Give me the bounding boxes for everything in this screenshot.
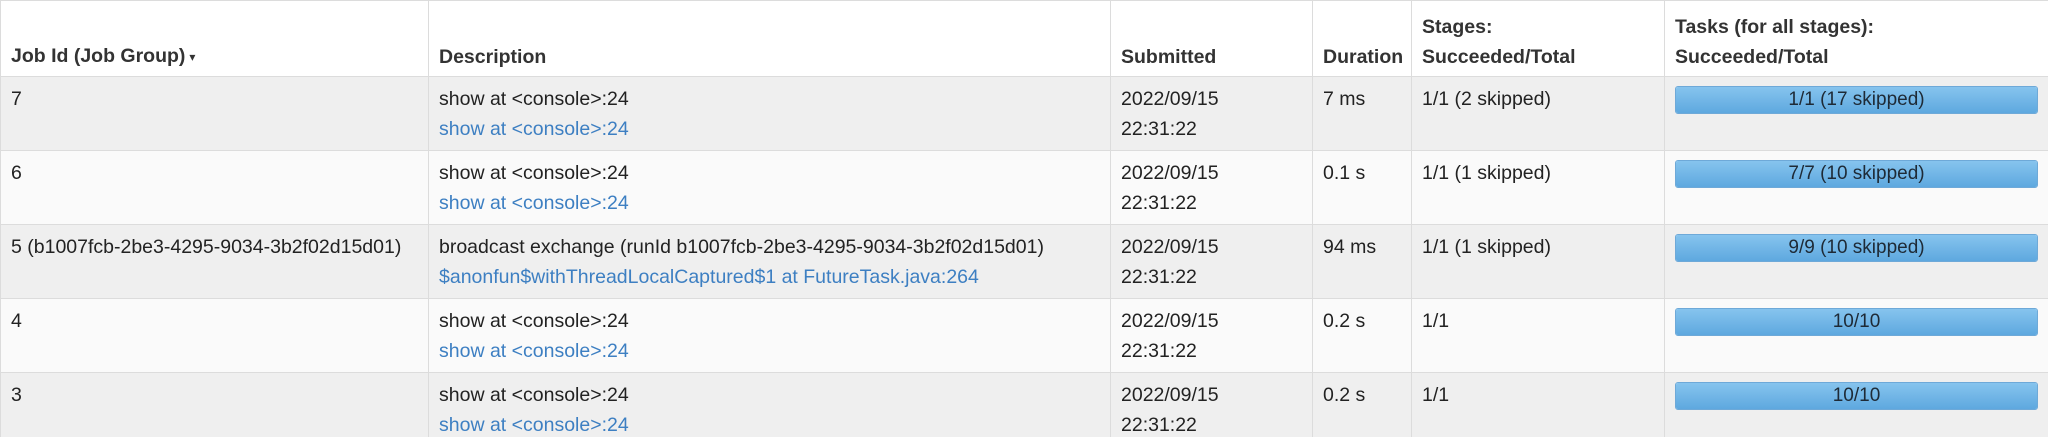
tasks-progress-bar: 7/7 (10 skipped): [1675, 160, 2038, 188]
description-cell: broadcast exchange (runId b1007fcb-2be3-…: [428, 224, 1111, 299]
job-detail-link[interactable]: show at <console>:24: [439, 188, 1100, 218]
stages-value: 1/1: [1422, 384, 1450, 406]
table-row: 7 show at <console>:24 show at <console>…: [0, 76, 2048, 151]
job-id: 7: [11, 88, 22, 110]
duration-value: 0.1 s: [1323, 162, 1366, 184]
submitted-date: 2022/09/15: [1121, 384, 1219, 406]
job-id-cell: 4: [0, 298, 429, 373]
submitted-date: 2022/09/15: [1121, 310, 1219, 332]
stages-value: 1/1 (1 skipped): [1422, 236, 1551, 258]
tasks-progress-bar: 9/9 (10 skipped): [1675, 234, 2038, 262]
job-description: show at <console>:24: [439, 310, 629, 332]
tasks-cell: 10/10: [1664, 298, 2048, 373]
jobs-table: Job Id (Job Group) ▾ Description Submitte…: [0, 0, 2048, 437]
duration-value: 0.2 s: [1323, 310, 1366, 332]
submitted-date: 2022/09/15: [1121, 162, 1219, 184]
tasks-cell: 1/1 (17 skipped): [1664, 76, 2048, 151]
submitted-time: 22:31:22: [1121, 340, 1197, 362]
table-row: 5 (b1007fcb-2be3-4295-9034-3b2f02d15d01)…: [0, 224, 2048, 299]
description-cell: show at <console>:24 show at <console>:2…: [428, 150, 1111, 225]
table-header-row: Job Id (Job Group) ▾ Description Submitte…: [0, 0, 2048, 77]
column-header-tasks-line1: Tasks (for all stages):: [1675, 16, 1875, 38]
job-id-cell: 7: [0, 76, 429, 151]
duration-value: 94 ms: [1323, 236, 1377, 258]
job-id: 6: [11, 162, 22, 184]
submitted-cell: 2022/09/15 22:31:22: [1110, 298, 1313, 373]
duration-cell: 94 ms: [1312, 224, 1412, 299]
tasks-cell: 9/9 (10 skipped): [1664, 224, 2048, 299]
tasks-progress-label: 7/7 (10 skipped): [1788, 163, 1925, 184]
job-id: 3: [11, 384, 22, 406]
job-id: 4: [11, 310, 22, 332]
stages-cell: 1/1: [1411, 372, 1665, 437]
job-detail-link[interactable]: show at <console>:24: [439, 336, 1100, 366]
description-cell: show at <console>:24 show at <console>:2…: [428, 372, 1111, 437]
table-row: 3 show at <console>:24 show at <console>…: [0, 372, 2048, 437]
table-row: 6 show at <console>:24 show at <console>…: [0, 150, 2048, 225]
column-header-job-id[interactable]: Job Id (Job Group) ▾: [0, 0, 429, 77]
tasks-progress-label: 10/10: [1832, 385, 1881, 406]
duration-cell: 0.2 s: [1312, 298, 1412, 373]
submitted-cell: 2022/09/15 22:31:22: [1110, 372, 1313, 437]
job-id-cell: 3: [0, 372, 429, 437]
job-id: 5 (b1007fcb-2be3-4295-9034-3b2f02d15d01): [11, 236, 402, 258]
tasks-progress-label: 1/1 (17 skipped): [1788, 89, 1925, 110]
table-row: 4 show at <console>:24 show at <console>…: [0, 298, 2048, 373]
job-rows: 7 show at <console>:24 show at <console>…: [0, 76, 2048, 437]
submitted-time: 22:31:22: [1121, 118, 1197, 140]
duration-value: 0.2 s: [1323, 384, 1366, 406]
column-header-stages-line2: Succeeded/Total: [1422, 46, 1576, 68]
column-header-submitted[interactable]: Submitted: [1110, 0, 1313, 77]
stages-value: 1/1 (1 skipped): [1422, 162, 1551, 184]
job-detail-link[interactable]: show at <console>:24: [439, 114, 1100, 144]
job-description: show at <console>:24: [439, 384, 629, 406]
description-cell: show at <console>:24 show at <console>:2…: [428, 298, 1111, 373]
tasks-progress-label: 9/9 (10 skipped): [1788, 237, 1925, 258]
submitted-cell: 2022/09/15 22:31:22: [1110, 76, 1313, 151]
column-header-job-id-label: Job Id (Job Group): [11, 45, 186, 68]
job-id-cell: 5 (b1007fcb-2be3-4295-9034-3b2f02d15d01): [0, 224, 429, 299]
tasks-progress-bar: 1/1 (17 skipped): [1675, 86, 2038, 114]
tasks-progress-bar: 10/10: [1675, 382, 2038, 410]
stages-cell: 1/1 (1 skipped): [1411, 224, 1665, 299]
sort-descending-icon[interactable]: ▾: [189, 50, 195, 64]
submitted-cell: 2022/09/15 22:31:22: [1110, 224, 1313, 299]
column-header-stages-line1: Stages:: [1422, 16, 1493, 38]
column-header-description-label: Description: [439, 46, 547, 68]
job-description: show at <console>:24: [439, 162, 629, 184]
description-cell: show at <console>:24 show at <console>:2…: [428, 76, 1111, 151]
column-header-stages[interactable]: Stages: Succeeded/Total: [1411, 0, 1665, 77]
stages-value: 1/1: [1422, 310, 1450, 332]
submitted-date: 2022/09/15: [1121, 88, 1219, 110]
job-detail-link[interactable]: show at <console>:24: [439, 410, 1100, 437]
submitted-time: 22:31:22: [1121, 266, 1197, 288]
column-header-tasks[interactable]: Tasks (for all stages): Succeeded/Total: [1664, 0, 2048, 77]
duration-cell: 7 ms: [1312, 76, 1412, 151]
column-header-duration-label: Duration: [1323, 46, 1404, 68]
column-header-duration[interactable]: Duration: [1312, 0, 1412, 77]
column-header-description[interactable]: Description: [428, 0, 1111, 77]
stages-cell: 1/1: [1411, 298, 1665, 373]
stages-cell: 1/1 (2 skipped): [1411, 76, 1665, 151]
duration-value: 7 ms: [1323, 88, 1366, 110]
submitted-time: 22:31:22: [1121, 192, 1197, 214]
tasks-progress-label: 10/10: [1832, 311, 1881, 332]
job-description: broadcast exchange (runId b1007fcb-2be3-…: [439, 236, 1044, 258]
tasks-cell: 7/7 (10 skipped): [1664, 150, 2048, 225]
duration-cell: 0.1 s: [1312, 150, 1412, 225]
column-header-tasks-line2: Succeeded/Total: [1675, 46, 1829, 68]
tasks-progress-bar: 10/10: [1675, 308, 2038, 336]
duration-cell: 0.2 s: [1312, 372, 1412, 437]
submitted-date: 2022/09/15: [1121, 236, 1219, 258]
submitted-cell: 2022/09/15 22:31:22: [1110, 150, 1313, 225]
submitted-time: 22:31:22: [1121, 414, 1197, 436]
stages-cell: 1/1 (1 skipped): [1411, 150, 1665, 225]
job-detail-link[interactable]: $anonfun$withThreadLocalCaptured$1 at Fu…: [439, 262, 1100, 292]
job-description: show at <console>:24: [439, 88, 629, 110]
column-header-submitted-label: Submitted: [1121, 46, 1217, 68]
stages-value: 1/1 (2 skipped): [1422, 88, 1551, 110]
tasks-cell: 10/10: [1664, 372, 2048, 437]
job-id-cell: 6: [0, 150, 429, 225]
